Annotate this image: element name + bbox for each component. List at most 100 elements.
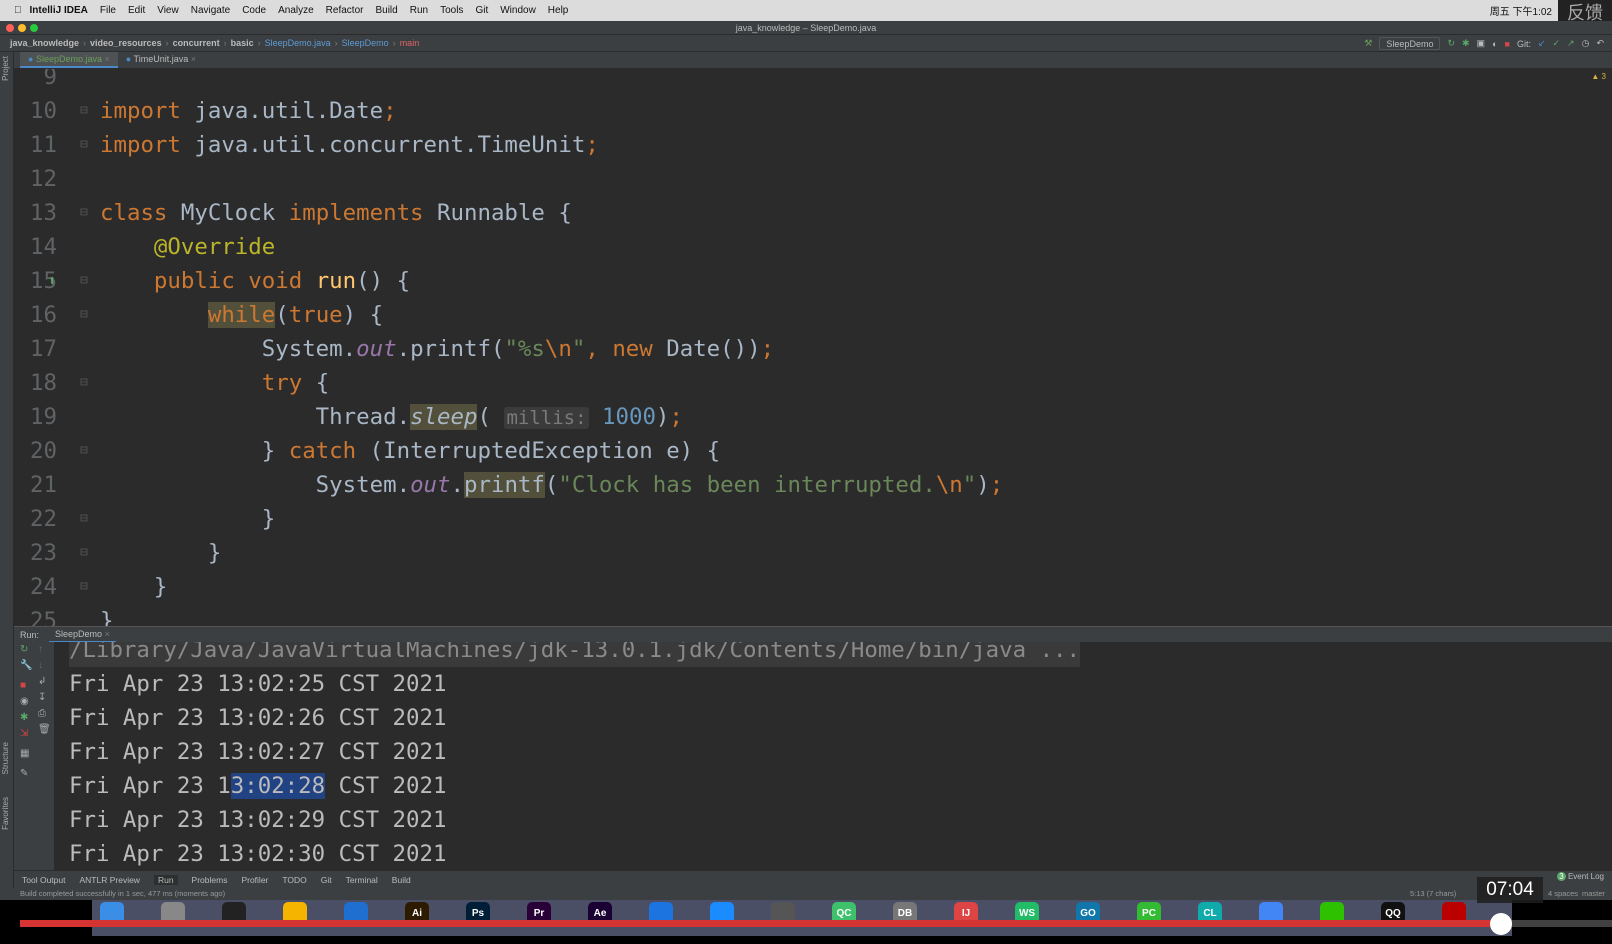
line-number: 22 (30, 506, 57, 532)
exit-icon[interactable]: ⇲ (20, 728, 28, 739)
git-branch[interactable]: master (1582, 888, 1605, 900)
menu-window[interactable]: Window (500, 5, 536, 16)
profile-icon[interactable]: ◐ (1492, 39, 1497, 49)
build-status-message[interactable]: Build completed successfully in 1 sec, 4… (20, 889, 225, 898)
tool-window-problems[interactable]: Problems (192, 875, 228, 885)
code-text: import java.util.Date; (100, 94, 397, 128)
git-push-icon[interactable]: ↗ (1567, 38, 1575, 49)
inspection-warning-count[interactable]: ▲ 3 (1591, 72, 1606, 81)
fold-icon[interactable]: ⊟ (80, 264, 88, 298)
fold-icon[interactable]: ⊟ (80, 196, 88, 230)
console-java-path: /Library/Java/JavaVirtualMachines/jdk-13… (69, 642, 1081, 667)
menu-tools[interactable]: Tools (440, 5, 463, 16)
fold-icon[interactable]: ⊟ (80, 94, 88, 128)
menu-view[interactable]: View (157, 5, 179, 16)
rerun-icon[interactable]: ↻ (20, 644, 28, 655)
stop-icon[interactable]: ■ (1505, 39, 1510, 49)
menubar-clock[interactable]: 周五 下午1:02 (1490, 3, 1552, 18)
run-tab-sleepdemo[interactable]: SleepDemo × (49, 627, 116, 643)
event-count-badge: 3 (1557, 872, 1566, 881)
structure-tool-button[interactable]: Structure (1, 742, 10, 774)
close-window-button[interactable] (6, 24, 14, 32)
event-log-button[interactable]: 3 Event Log (1557, 872, 1604, 881)
code-line: 21 System.out.printf("Clock has been int… (14, 468, 1612, 502)
pin-icon[interactable]: ✎ (20, 768, 28, 779)
apple-icon[interactable]:  (14, 5, 22, 16)
menu-build[interactable]: Build (375, 5, 397, 16)
indent-setting[interactable]: 4 spaces (1548, 888, 1578, 900)
layout-icon[interactable]: ▦ (20, 748, 29, 759)
code-token: out (356, 336, 397, 362)
run-config-select[interactable]: SleepDemo (1379, 37, 1441, 50)
tool-window-run[interactable]: Run (153, 874, 178, 885)
tab-sleepdemo-java[interactable]: ● SleepDemo.java × (20, 52, 118, 68)
breadcrumb-item[interactable]: java_knowledge (10, 38, 79, 48)
override-gutter-icon[interactable]: ⬆ (48, 264, 56, 298)
fold-icon[interactable]: ⊟ (80, 298, 88, 332)
up-arrow-icon[interactable]: ↑ (38, 644, 43, 655)
close-icon[interactable]: × (105, 629, 110, 639)
close-icon[interactable]: × (188, 54, 196, 64)
fold-icon[interactable]: ⊟ (80, 366, 88, 400)
fold-icon[interactable]: ⊟ (80, 570, 88, 604)
breadcrumb-item[interactable]: SleepDemo (342, 38, 389, 48)
run-console[interactable]: /Library/Java/JavaVirtualMachines/jdk-13… (54, 642, 1612, 870)
menu-git[interactable]: Git (475, 5, 488, 16)
tab-timeunit-java[interactable]: ● TimeUnit.java × (118, 52, 204, 68)
trash-icon[interactable]: 🗑 (38, 724, 51, 735)
menu-run[interactable]: Run (410, 5, 428, 16)
camera-icon[interactable]: ◉ (20, 696, 29, 707)
breadcrumb-item[interactable]: concurrent (173, 38, 220, 48)
code-token: } (100, 540, 222, 566)
coverage-icon[interactable]: ▣ (1477, 38, 1486, 49)
code-token: catch (288, 438, 370, 464)
tool-window-antlr-preview[interactable]: ANTLR Preview (79, 875, 139, 885)
code-token: { (315, 370, 330, 396)
breadcrumb-item[interactable]: SleepDemo.java (265, 38, 331, 48)
breadcrumb-item[interactable]: main (400, 38, 420, 48)
soft-wrap-icon[interactable]: ↲ (38, 676, 46, 687)
breadcrumb-item[interactable]: basic (231, 38, 254, 48)
debug-icon[interactable]: ✱ (20, 712, 28, 723)
down-arrow-icon[interactable]: ↓ (38, 660, 43, 671)
menu-refactor[interactable]: Refactor (326, 5, 364, 16)
build-hammer-icon[interactable]: ⚒ (1364, 38, 1372, 49)
git-update-icon[interactable]: ↙ (1538, 38, 1546, 49)
fold-icon[interactable]: ⊟ (80, 128, 88, 162)
tool-window-terminal[interactable]: Terminal (346, 875, 378, 885)
caret-position[interactable]: 5:13 (7 chars) (1410, 888, 1456, 900)
tool-window-todo[interactable]: TODO (282, 875, 306, 885)
stop-icon[interactable]: ■ (20, 680, 26, 691)
git-commit-icon[interactable]: ✓ (1553, 38, 1561, 49)
close-icon[interactable]: × (102, 54, 109, 64)
debug-icon[interactable]: ✱ (1462, 38, 1470, 49)
tool-window-profiler[interactable]: Profiler (241, 875, 268, 885)
menu-file[interactable]: File (100, 5, 116, 16)
wrench-icon[interactable]: 🔧 (20, 660, 32, 671)
tool-window-build[interactable]: Build (392, 875, 411, 885)
code-editor[interactable]: 9 10 import java.util.Date; ⊟ 11 import java.… (14, 69, 1612, 626)
fold-icon[interactable]: ⊟ (80, 536, 88, 570)
zoom-window-button[interactable] (30, 24, 38, 32)
minimize-window-button[interactable] (18, 24, 26, 32)
project-tool-button[interactable]: Project (1, 56, 10, 81)
menu-analyze[interactable]: Analyze (278, 5, 314, 16)
fold-icon[interactable]: ⊟ (80, 502, 88, 536)
print-icon[interactable]: ⎙ (38, 708, 46, 719)
favorites-tool-button[interactable]: Favorites (1, 797, 10, 830)
tool-window-tool-output[interactable]: Tool Output (22, 875, 65, 885)
breadcrumb-item[interactable]: video_resources (90, 38, 162, 48)
tool-window-git[interactable]: Git (321, 875, 332, 885)
video-progress-handle[interactable] (1489, 913, 1512, 935)
menu-navigate[interactable]: Navigate (191, 5, 230, 16)
menu-help[interactable]: Help (548, 5, 569, 16)
scroll-to-end-icon[interactable]: ↧ (38, 692, 46, 703)
rollback-icon[interactable]: ↶ (1596, 38, 1604, 49)
code-text: while(true) { (100, 298, 383, 332)
app-menu[interactable]: IntelliJ IDEA (30, 5, 88, 16)
history-icon[interactable]: ◷ (1582, 38, 1590, 49)
rerun-icon[interactable]: ↻ (1447, 38, 1455, 49)
menu-edit[interactable]: Edit (128, 5, 145, 16)
fold-icon[interactable]: ⊟ (80, 434, 88, 468)
menu-code[interactable]: Code (242, 5, 266, 16)
